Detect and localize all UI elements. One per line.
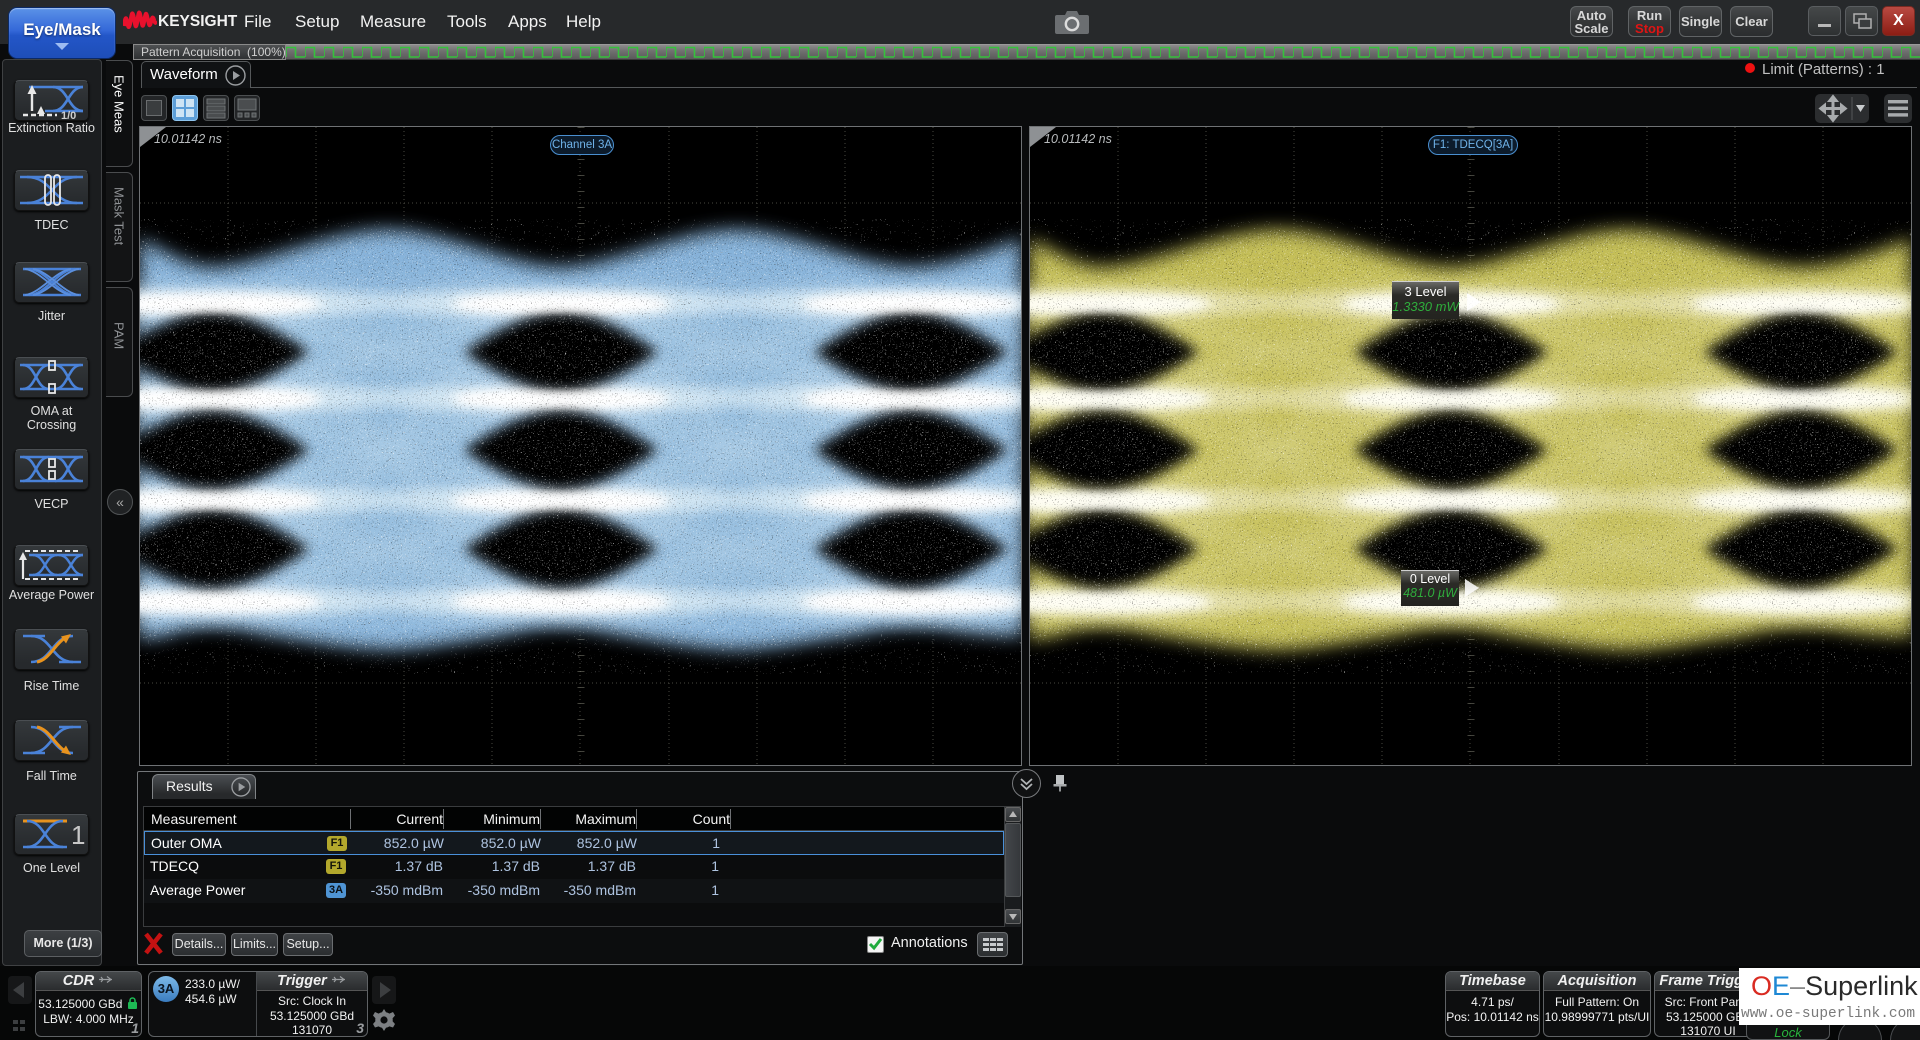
svg-text:1: 1 [71, 820, 85, 850]
svg-text:10.01142 ns: 10.01142 ns [154, 132, 222, 146]
svg-text:1/0: 1/0 [61, 110, 76, 120]
svg-text:10.01142 ns: 10.01142 ns [1044, 132, 1112, 146]
